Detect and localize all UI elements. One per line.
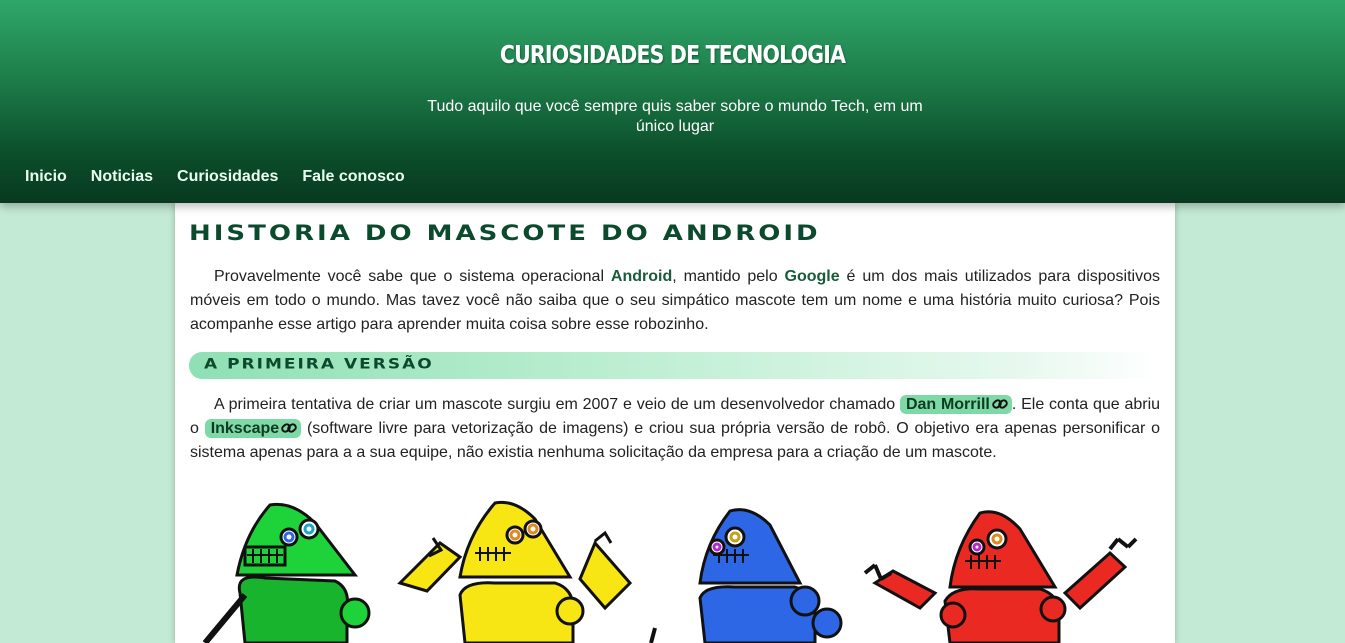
nav-item-curiosidades[interactable]: Curiosidades: [177, 168, 278, 186]
intro-text-1: Provavelmente você sabe que o sistema op…: [214, 268, 611, 285]
site-subtitle: Tudo aquilo que você sempre quis saber s…: [427, 98, 923, 135]
site-header: CURIOSIDADES DE TECNOLOGIA Tudo aquilo q…: [0, 0, 1345, 203]
intro-text-2: , mantido pelo: [672, 268, 785, 285]
nav-item-noticias[interactable]: Noticias: [91, 168, 153, 186]
article-card: Historia do Mascote do Android Provavelm…: [175, 203, 1175, 643]
paperclip-link-icon: [992, 399, 1008, 409]
red-robot: [863, 510, 1138, 643]
yellow-robot: [397, 500, 633, 643]
blue-robot: [649, 508, 843, 643]
paperclip-link-icon: [281, 423, 297, 433]
section1-text-1: A primeira tentativa de criar um mascote…: [214, 396, 900, 413]
site-title: CURIOSIDADES DE TECNOLOGIA: [499, 40, 846, 69]
google-keyword: Google: [784, 268, 840, 285]
green-robot: [202, 502, 371, 643]
android-robot-prototypes-image: [202, 500, 1138, 643]
android-keyword: Android: [610, 268, 673, 285]
nav-item-fale-conosco[interactable]: Fale conosco: [302, 168, 404, 186]
section-heading-title: A primeira versão: [204, 356, 434, 373]
dan-morrill-link-label: Dan Morrill: [905, 396, 990, 413]
intro-paragraph: Provavelmente você sabe que o sistema op…: [190, 265, 1160, 337]
nav-item-inicio[interactable]: Inicio: [25, 168, 67, 186]
article-title: Historia do Mascote do Android: [189, 221, 821, 246]
section1-text-3: (software livre para vetorização de imag…: [190, 420, 1160, 461]
main-nav: Inicio Noticias Curiosidades Fale conosc…: [25, 168, 405, 186]
inkscape-link-label: Inkscape: [210, 420, 280, 437]
section-heading-bar: A primeira versão: [189, 352, 1159, 379]
dan-morrill-link[interactable]: Dan Morrill: [899, 395, 1012, 414]
section1-paragraph: A primeira tentativa de criar um mascote…: [190, 393, 1160, 465]
inkscape-link[interactable]: Inkscape: [204, 419, 302, 438]
